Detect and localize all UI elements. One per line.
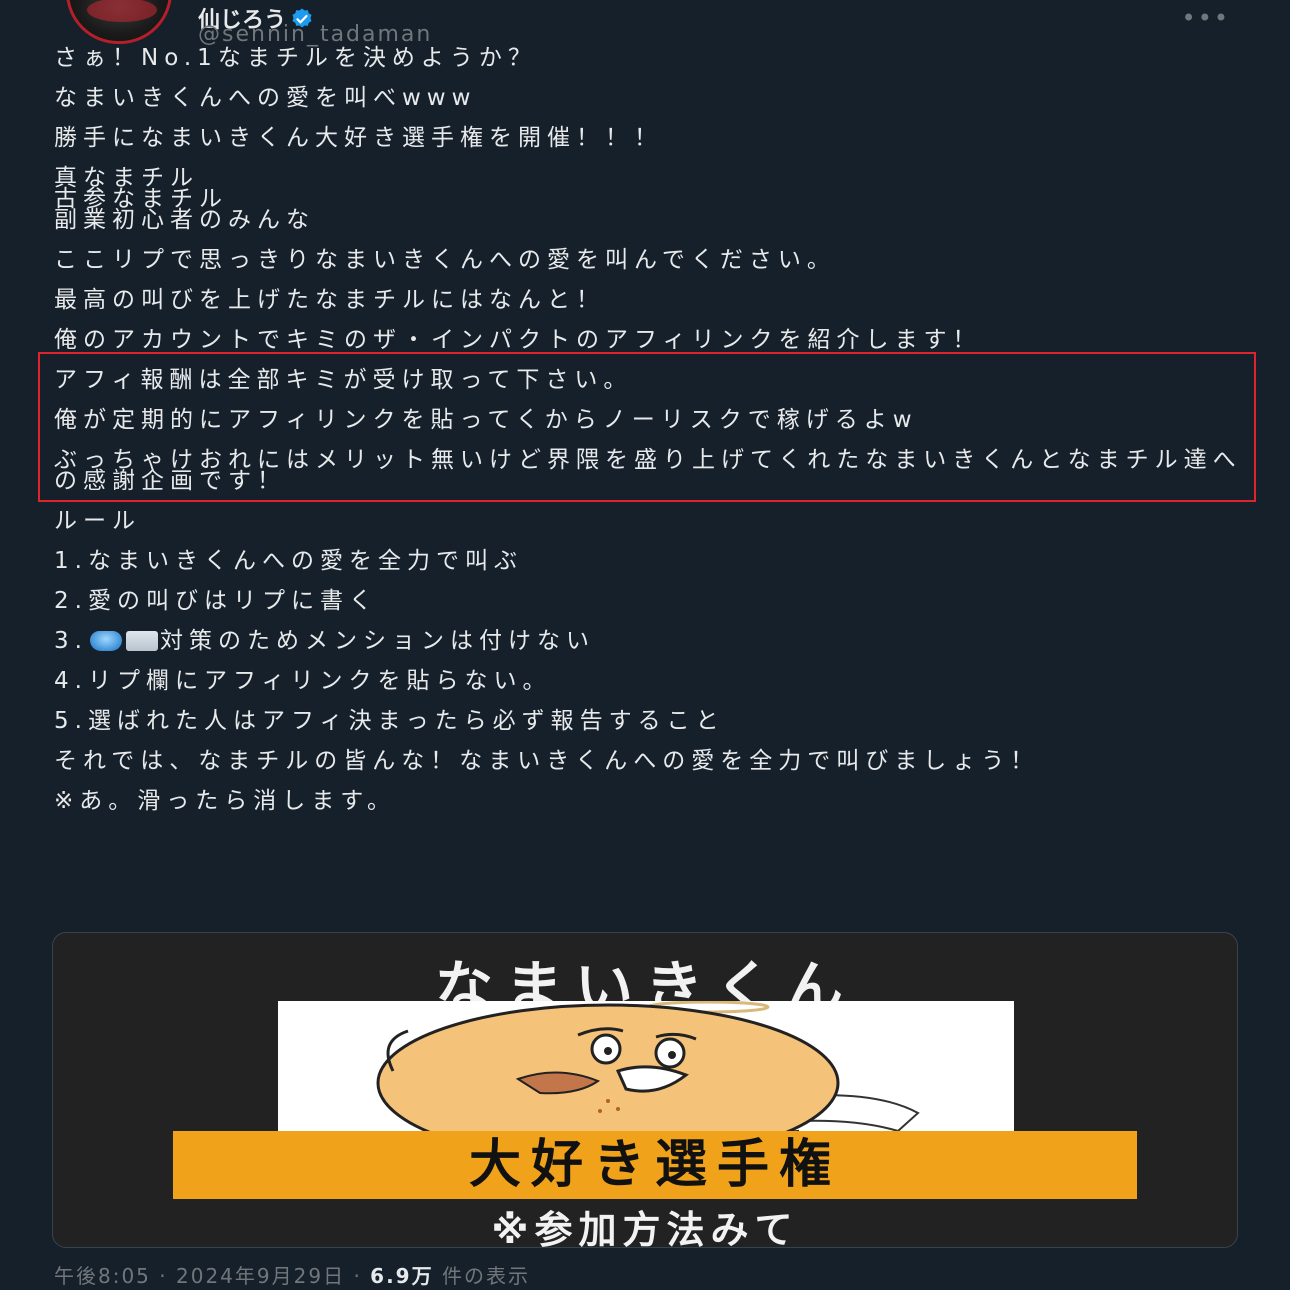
views-count: 6.9万 [370, 1264, 434, 1288]
tweet-paragraph: それでは、なまチルの皆んな！なまいきくんへの愛を全力で叫びましょう！ [54, 748, 1040, 774]
rule-item: 5.選ばれた人はアフィ決まったら必ず報告すること [54, 708, 725, 734]
emoji-ice-icon [125, 631, 158, 651]
rule-item: 2.愛の叫びはリプに書く [54, 588, 378, 614]
rule-item-text: 対策のためメンションは付けない [159, 628, 595, 654]
tweet-header: 仙じろう @sennin_tadaman ••• [0, 0, 1290, 50]
tweet-paragraph: 真なまチル 古参なまチル 副業初心者のみんな [54, 165, 315, 233]
rules-heading: ルール [54, 508, 141, 534]
tweet-paragraph: ここリプで思っきりなまいきくんへの愛を叫んでください。 [54, 247, 836, 273]
tweet-paragraph: さぁ！No.1なまチルを決めようか？ [54, 45, 537, 71]
tweet-metadata: 午後8:05 · 2024年9月29日 · 6.9万 件の表示 [54, 1260, 530, 1289]
meta-separator: · [159, 1264, 176, 1288]
red-highlight-box [38, 352, 1256, 502]
tweet-paragraph: ※あ。滑ったら消します。 [54, 788, 396, 814]
avatar[interactable] [66, 0, 172, 44]
band-text: 大好き選手権 [468, 1135, 841, 1195]
views-label: 件の表示 [441, 1264, 530, 1288]
tweet-paragraph: 勝手になまいきくん大好き選手権を開催！！！ [54, 125, 663, 151]
rule-item-number: 3. [54, 628, 88, 654]
meta-separator: · [353, 1264, 371, 1288]
tweet-date[interactable]: 2024年9月29日 [176, 1264, 345, 1288]
tweet-paragraph-highlighted: 俺のアカウントでキミのザ・インパクトのアフィリンクを紹介します！ [54, 327, 982, 353]
emoji-face-icon [89, 631, 122, 651]
rule-item: 3. 対策のためメンションは付けない [54, 628, 1244, 654]
baby-illustration [278, 1001, 1014, 1141]
orange-title-band: 大好き選手権 [173, 1131, 1137, 1199]
tweet-paragraph: 最高の叫びを上げたなまチルにはなんと！ [54, 287, 605, 313]
tweet-paragraph: なまいきくんへの愛を叫べwww [54, 85, 477, 111]
rule-item: 4.リプ欄にアフィリンクを貼らない。 [54, 668, 552, 694]
baby-face-icon [278, 1001, 1014, 1141]
tweet-time[interactable]: 午後8:05 [54, 1264, 151, 1288]
user-handle[interactable]: @sennin_tadaman [198, 22, 432, 47]
more-horizontal-icon[interactable]: ••• [1182, 4, 1230, 32]
rule-item: 1.なまいきくんへの愛を全力で叫ぶ [54, 548, 523, 574]
media-subtitle: ※参加方法みて [491, 1208, 799, 1248]
tweet-media-image[interactable]: なまいきくん 大好き選手権 ※参加方法みて [52, 932, 1238, 1248]
